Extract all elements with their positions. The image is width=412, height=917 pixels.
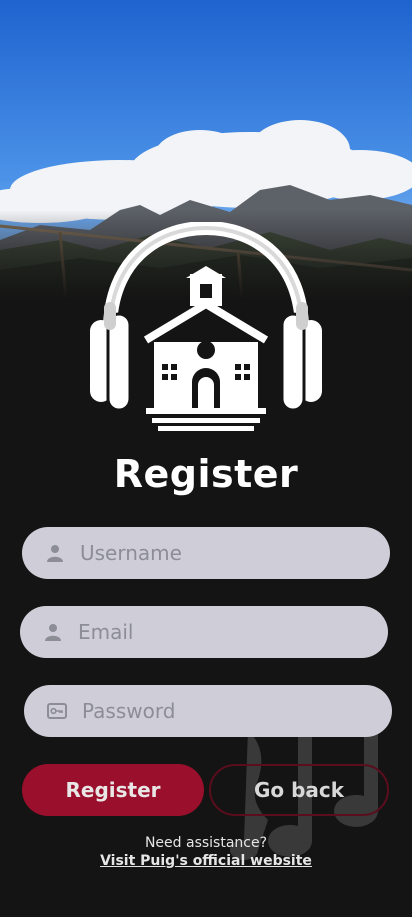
key-icon: [46, 700, 68, 722]
username-input[interactable]: [78, 540, 342, 566]
assistance-text: Need assistance?: [144, 835, 268, 851]
official-website-link[interactable]: Visit Puig's official website: [0, 853, 412, 869]
go-back-button[interactable]: Go back: [209, 764, 389, 816]
password-field[interactable]: [24, 685, 392, 737]
user-icon: [42, 621, 64, 643]
email-input[interactable]: [76, 619, 340, 645]
user-icon: [44, 542, 66, 564]
school-headphones-logo: [86, 220, 326, 434]
register-button[interactable]: Register: [22, 764, 204, 816]
password-input[interactable]: [80, 698, 344, 724]
username-field[interactable]: [22, 527, 390, 579]
email-field[interactable]: [20, 606, 388, 658]
page-title: Register: [113, 452, 299, 496]
